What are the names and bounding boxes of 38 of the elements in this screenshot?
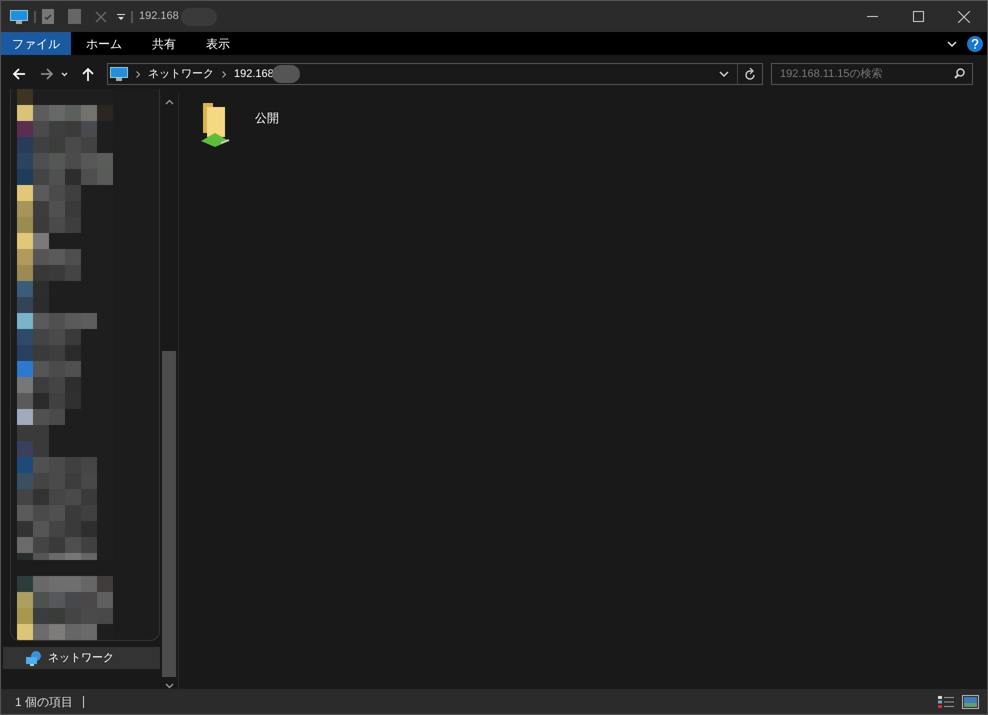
details-view-button[interactable] (936, 694, 956, 710)
ribbon-tab[interactable]: 共有 (137, 32, 191, 55)
scroll-up-icon[interactable] (164, 99, 174, 105)
recent-locations-icon[interactable] (61, 72, 68, 76)
large-icons-view-button[interactable] (962, 694, 979, 708)
close-icon (958, 10, 970, 22)
properties-icon[interactable] (42, 9, 54, 24)
search-icon (954, 68, 965, 79)
scroll-down-icon[interactable] (164, 683, 174, 689)
ribbon-tab[interactable]: ホーム (71, 32, 137, 55)
delete-icon[interactable] (95, 10, 107, 22)
customize-dropdown-icon[interactable] (117, 12, 125, 20)
back-icon[interactable] (13, 68, 26, 80)
chevron-right-icon (136, 70, 140, 78)
address-bar[interactable]: ネットワーク 192.168 (107, 63, 763, 85)
refresh-icon[interactable] (744, 68, 756, 80)
chevron-right-icon (222, 70, 226, 78)
dropdown-icon[interactable] (719, 71, 729, 77)
window-title: 192.168 (139, 9, 179, 24)
ribbon-tab[interactable]: ファイル (1, 32, 71, 55)
nav-item[interactable]: ネットワーク (3, 647, 160, 669)
search-field[interactable]: 192.168.11.15の検索 (771, 63, 973, 85)
ribbon-tab[interactable]: 表示 (191, 32, 245, 55)
shared-folder-item[interactable]: 公開 (199, 101, 987, 147)
minimize-icon (866, 16, 878, 17)
network-icon (26, 650, 42, 666)
redacted-blur (272, 65, 300, 83)
computer-icon (10, 10, 28, 24)
forward-icon[interactable] (40, 68, 53, 80)
help-icon[interactable] (967, 36, 983, 52)
maximize-icon (912, 11, 924, 22)
breadcrumb[interactable]: ネットワーク (148, 66, 214, 82)
breadcrumb[interactable]: 192.168 (234, 66, 274, 82)
scrollbar-thumb[interactable] (162, 350, 176, 678)
item-count: 1 個の項目 (15, 694, 74, 710)
up-icon[interactable] (82, 68, 94, 80)
computer-icon (110, 67, 128, 81)
chevron-down-icon[interactable] (947, 40, 957, 46)
